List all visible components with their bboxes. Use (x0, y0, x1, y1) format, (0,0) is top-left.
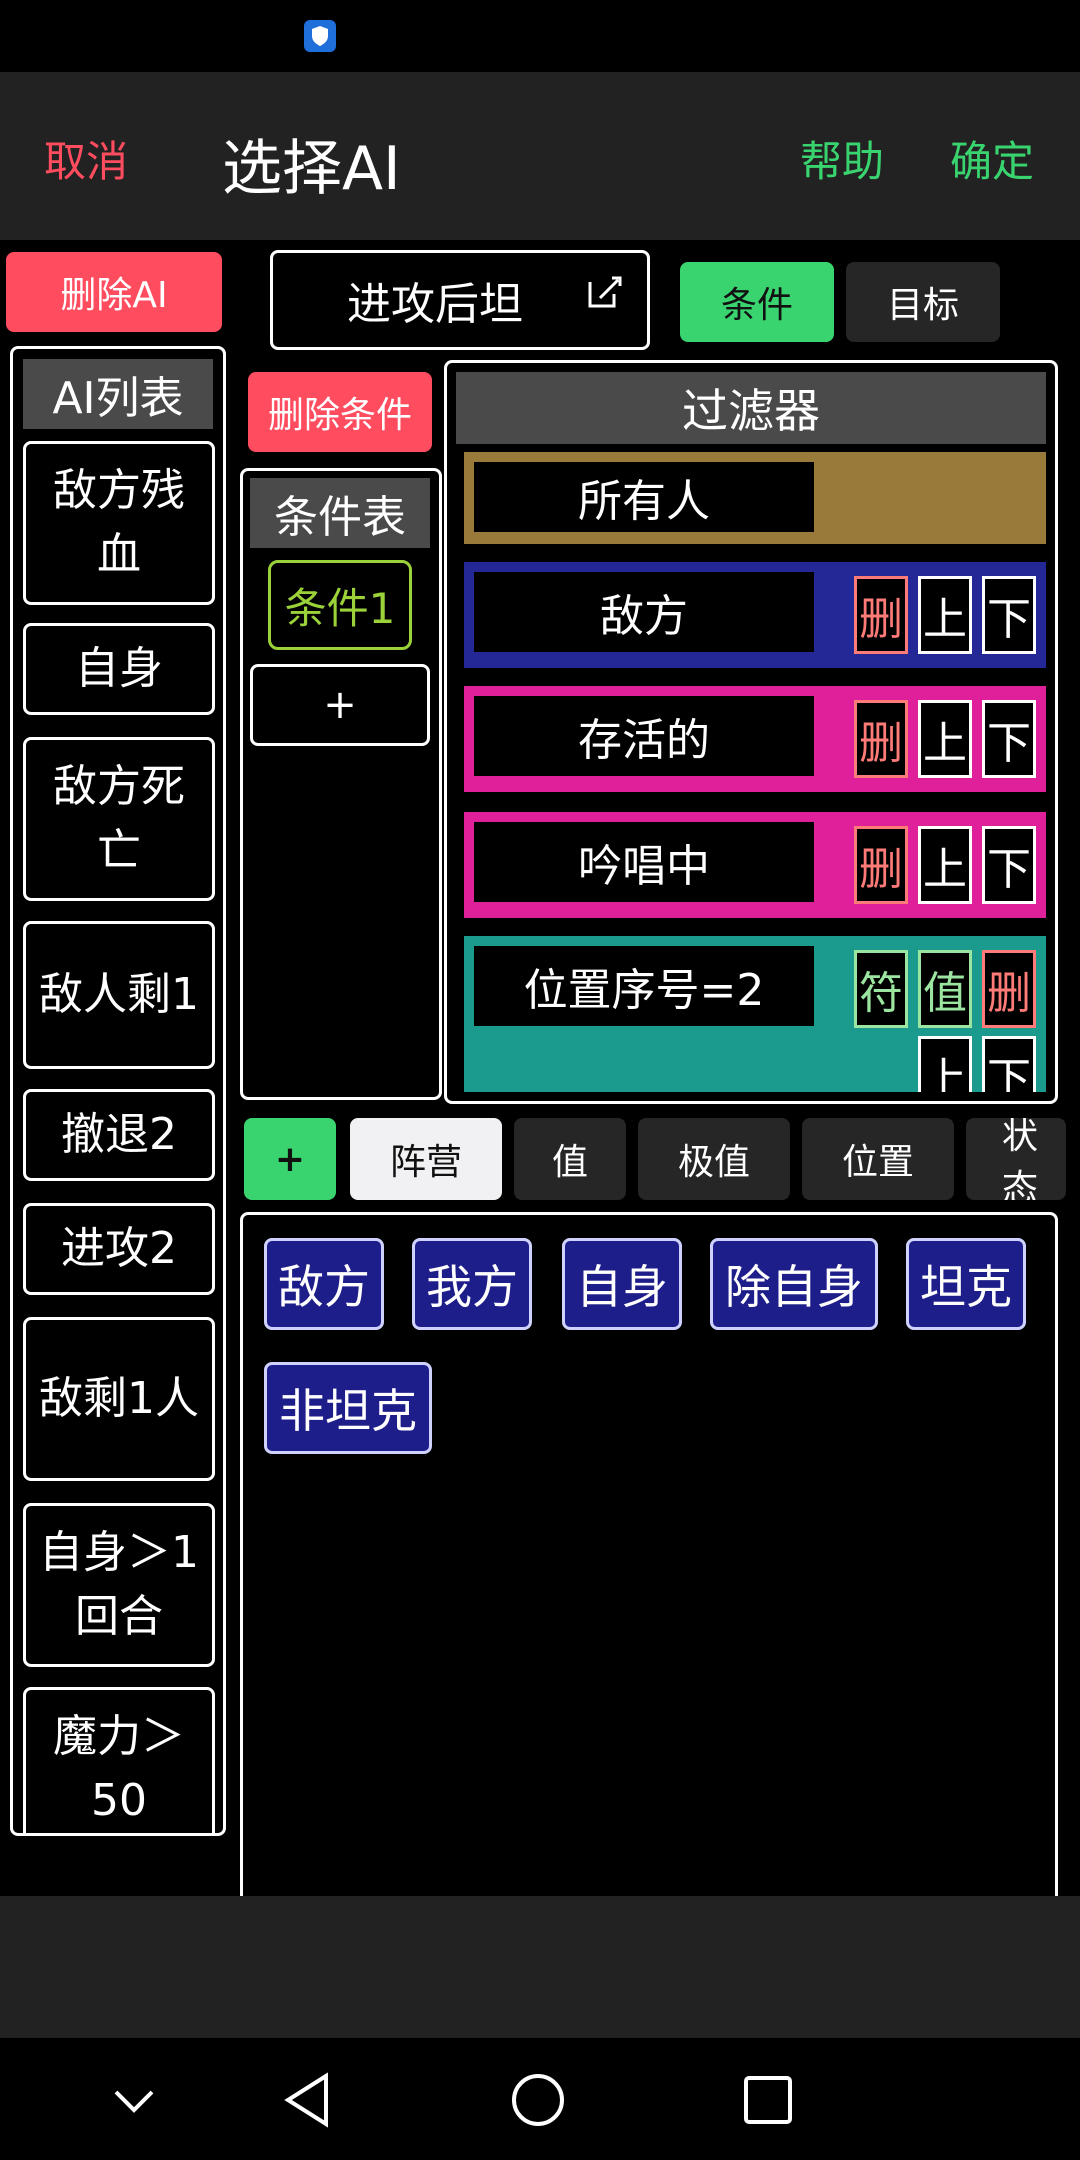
chevron-down-icon[interactable] (112, 2086, 156, 2116)
condition-list-title: 条件表 (250, 478, 430, 548)
filter-delete-button[interactable]: 删 (854, 826, 908, 904)
app-header (0, 72, 1080, 240)
tab-condition[interactable]: 条件 (680, 262, 834, 342)
ai-list-item[interactable]: 魔力＞50 (23, 1687, 215, 1833)
filter-row[interactable]: 位置序号=2 符 值 删 上 下 (464, 936, 1046, 1092)
filter-move-down-button[interactable]: 下 (982, 700, 1036, 778)
filter-move-down-button[interactable]: 下 (982, 1036, 1036, 1092)
shield-icon (304, 20, 336, 52)
filter-row[interactable]: 所有人 (464, 452, 1046, 544)
filter-operator-button[interactable]: 符 (854, 950, 908, 1028)
tab-value[interactable]: 值 (514, 1118, 626, 1200)
confirm-button[interactable]: 确定 (950, 128, 1034, 189)
home-icon[interactable] (510, 2072, 566, 2128)
page-title: 选择AI (222, 134, 401, 204)
back-icon[interactable] (282, 2072, 332, 2128)
edit-icon[interactable] (584, 272, 624, 312)
cancel-button[interactable]: 取消 (44, 128, 128, 189)
option-except-self[interactable]: 除自身 (710, 1238, 878, 1330)
filter-row-label: 所有人 (474, 462, 814, 532)
option-tank[interactable]: 坦克 (906, 1238, 1026, 1330)
help-button[interactable]: 帮助 (800, 128, 884, 189)
filter-row-label: 吟唱中 (474, 822, 814, 902)
recents-icon[interactable] (742, 2074, 794, 2126)
filter-row[interactable]: 吟唱中 删 上 下 (464, 812, 1046, 918)
filter-move-down-button[interactable]: 下 (982, 576, 1036, 654)
tab-extreme-value[interactable]: 极值 (638, 1118, 790, 1200)
delete-condition-button[interactable]: 删除条件 (248, 372, 432, 452)
filter-row-label: 敌方 (474, 572, 814, 652)
delete-ai-button[interactable]: 删除AI (6, 252, 222, 332)
tab-target[interactable]: 目标 (846, 262, 1000, 342)
add-condition-button[interactable]: + (250, 664, 430, 746)
option-self[interactable]: 自身 (562, 1238, 682, 1330)
filter-delete-button[interactable]: 删 (854, 576, 908, 654)
option-enemy[interactable]: 敌方 (264, 1238, 384, 1330)
filter-row-label: 位置序号=2 (474, 946, 814, 1026)
filter-row[interactable]: 存活的 删 上 下 (464, 686, 1046, 792)
tab-position[interactable]: 位置 (802, 1118, 954, 1200)
filter-move-up-button[interactable]: 上 (918, 576, 972, 654)
filter-delete-button[interactable]: 删 (854, 700, 908, 778)
ai-list-item[interactable]: 自身＞1回合 (23, 1503, 215, 1667)
filter-move-up-button[interactable]: 上 (918, 826, 972, 904)
system-nav-bar (0, 2038, 1080, 2160)
ai-list-item[interactable]: 敌方死亡 (23, 737, 215, 901)
option-ally[interactable]: 我方 (412, 1238, 532, 1330)
status-bar (0, 0, 1080, 72)
ai-list-item[interactable]: 自身 (23, 623, 215, 715)
filter-delete-button[interactable]: 删 (982, 950, 1036, 1028)
option-non-tank[interactable]: 非坦克 (264, 1362, 432, 1454)
filter-title: 过滤器 (456, 372, 1046, 444)
add-filter-button[interactable]: + (244, 1118, 336, 1200)
condition-item[interactable]: 条件1 (268, 560, 412, 650)
filter-move-up-button[interactable]: 上 (918, 700, 972, 778)
ai-list-item[interactable]: 敌方残血 (23, 441, 215, 605)
filter-value-button[interactable]: 值 (918, 950, 972, 1028)
ai-list-item[interactable]: 撤退2 (23, 1089, 215, 1181)
ai-list-item[interactable]: 进攻2 (23, 1203, 215, 1295)
filter-row-label: 存活的 (474, 696, 814, 776)
tab-faction[interactable]: 阵营 (350, 1118, 502, 1200)
filter-move-down-button[interactable]: 下 (982, 826, 1036, 904)
ai-list-panel[interactable]: AI列表 敌方残血 自身 敌方死亡 敌人剩1 撤退2 进攻2 敌剩1人 自身＞1… (10, 346, 226, 1836)
filter-move-up-button[interactable]: 上 (918, 1036, 972, 1092)
bottom-spacer (0, 1896, 1080, 2038)
ai-list-title: AI列表 (23, 359, 213, 429)
filter-row[interactable]: 敌方 删 上 下 (464, 562, 1046, 668)
ai-list-item[interactable]: 敌剩1人 (23, 1317, 215, 1481)
tab-status[interactable]: 状态 (966, 1118, 1066, 1200)
ai-name-text: 进攻后坦 (347, 279, 523, 330)
ai-list-item[interactable]: 敌人剩1 (23, 921, 215, 1069)
